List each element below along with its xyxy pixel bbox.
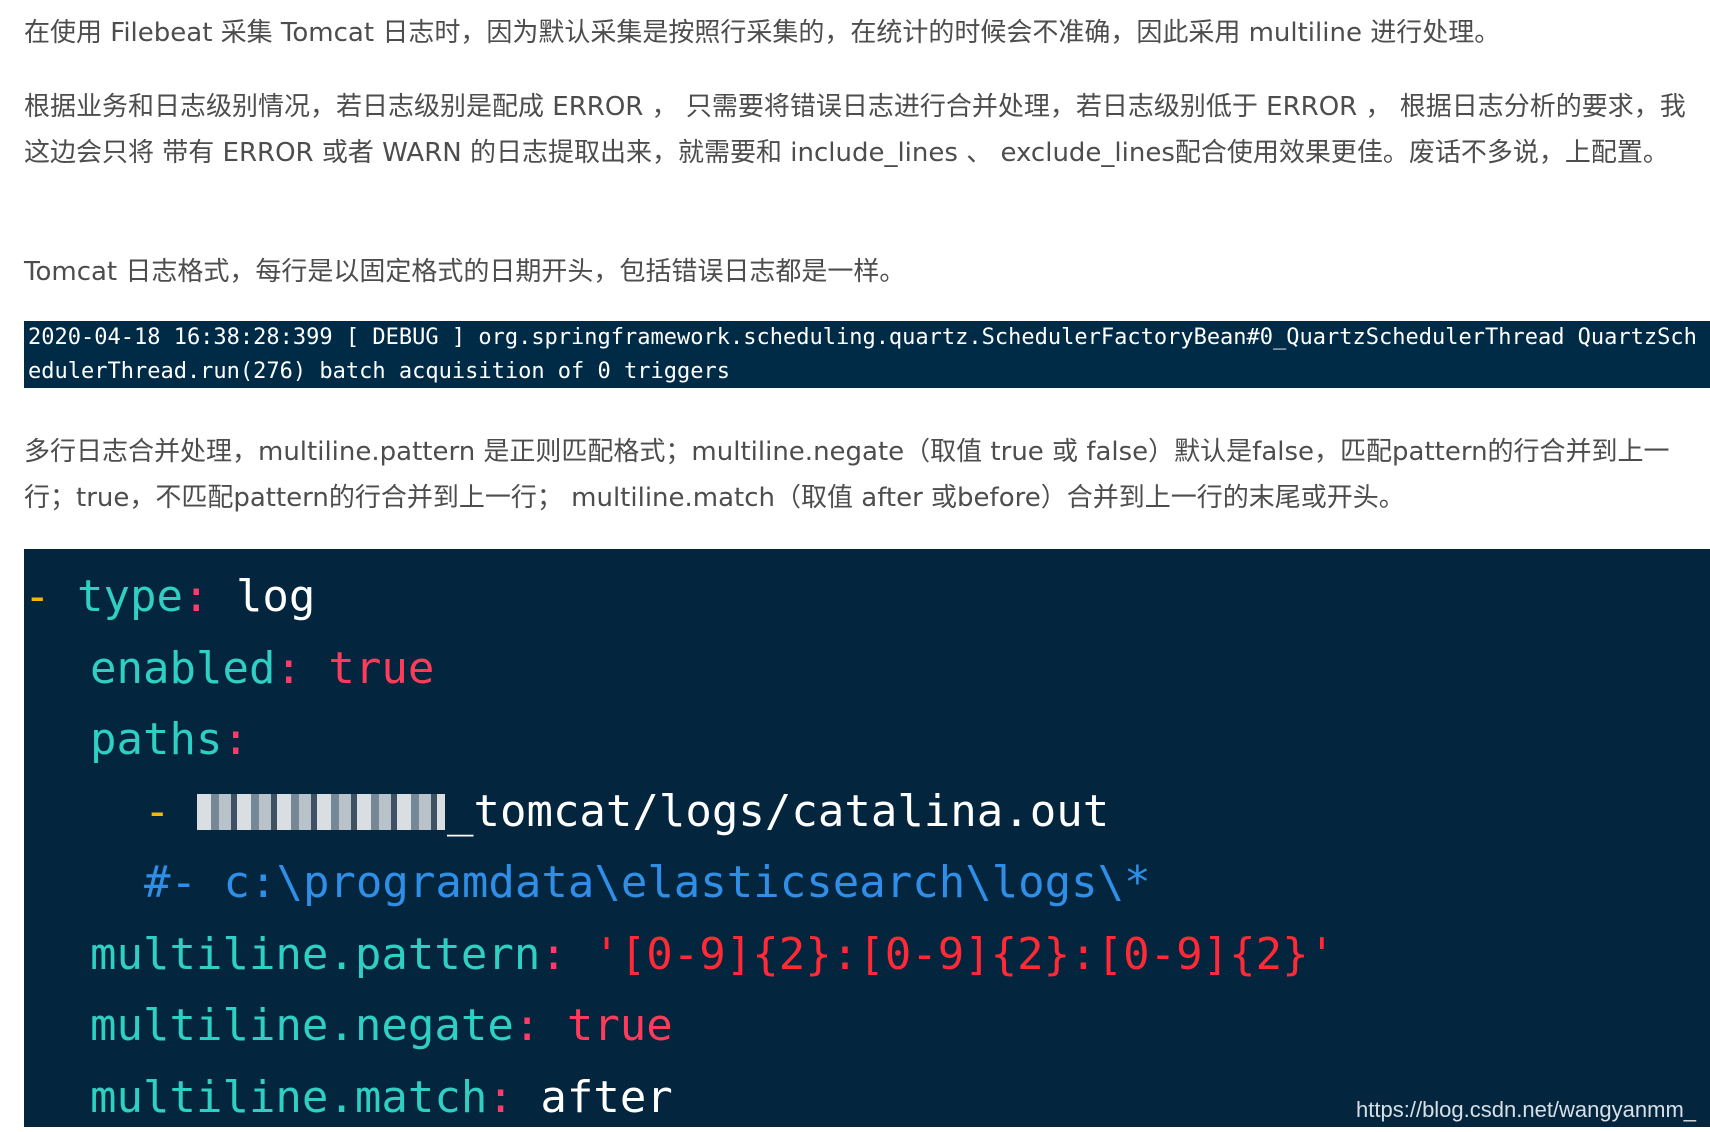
config-code-block: - type: log enabled: true paths: - _tomc…: [24, 549, 1710, 1127]
multiline-explanation-paragraph: 多行日志合并处理，multiline.pattern 是正则匹配格式；multi…: [24, 437, 1670, 513]
code-value: true: [566, 1000, 673, 1051]
log-sample-text: 2020-04-18 16:38:28:399 [ DEBUG ] org.sp…: [28, 325, 1697, 384]
code-colon: :: [513, 1000, 567, 1051]
code-key: multiline.match: [90, 1071, 488, 1123]
code-colon: :: [540, 928, 594, 980]
requirements-paragraph: 根据业务和日志级别情况，若日志级别是配成 ERROR ， 只需要将错误日志进行合…: [24, 92, 1686, 168]
code-line-type: - type: log: [24, 561, 1710, 633]
code-line-path-entry: - _tomcat/logs/catalina.out: [24, 776, 1710, 848]
code-value: true: [328, 642, 435, 694]
code-key: type: [76, 571, 183, 622]
list-dash: -: [144, 785, 197, 837]
code-line-enabled: enabled: true: [24, 633, 1710, 705]
code-key: paths: [90, 714, 223, 765]
code-colon: :: [222, 714, 249, 765]
log-format-paragraph: Tomcat 日志格式，每行是以固定格式的日期开头，包括错误日志都是一样。: [24, 257, 906, 287]
code-value: log: [235, 571, 316, 622]
code-line-multiline-negate: multiline.negate: true: [24, 990, 1710, 1062]
code-line-paths: paths:: [24, 704, 1710, 776]
code-line-multiline-pattern: multiline.pattern: '[0-9]{2}:[0-9]{2}:[0…: [24, 919, 1710, 991]
code-comment: #- c:\programdata\elasticsearch\logs\*: [144, 857, 1151, 908]
csdn-watermark: https://blog.csdn.net/wangyanmm_: [1356, 1097, 1696, 1122]
code-value: '[0-9]{2}:[0-9]{2}:[0-9]{2}': [593, 928, 1336, 980]
code-key: multiline.pattern: [90, 928, 541, 980]
code-value: after: [540, 1071, 673, 1123]
intro-paragraph: 在使用 Filebeat 采集 Tomcat 日志时，因为默认采集是按照行采集的…: [24, 18, 1501, 48]
code-key: multiline.negate: [90, 1000, 514, 1051]
redacted-path-segment: [196, 793, 445, 830]
code-line-comment: #- c:\programdata\elasticsearch\logs\*: [24, 847, 1710, 919]
log-sample-block: 2020-04-18 16:38:28:399 [ DEBUG ] org.sp…: [24, 321, 1710, 388]
code-colon: :: [182, 571, 236, 622]
code-colon: :: [275, 642, 329, 694]
code-colon: :: [487, 1071, 541, 1123]
list-dash: -: [24, 571, 77, 622]
code-value: _tomcat/logs/catalina.out: [446, 785, 1110, 837]
code-key: enabled: [90, 642, 276, 694]
